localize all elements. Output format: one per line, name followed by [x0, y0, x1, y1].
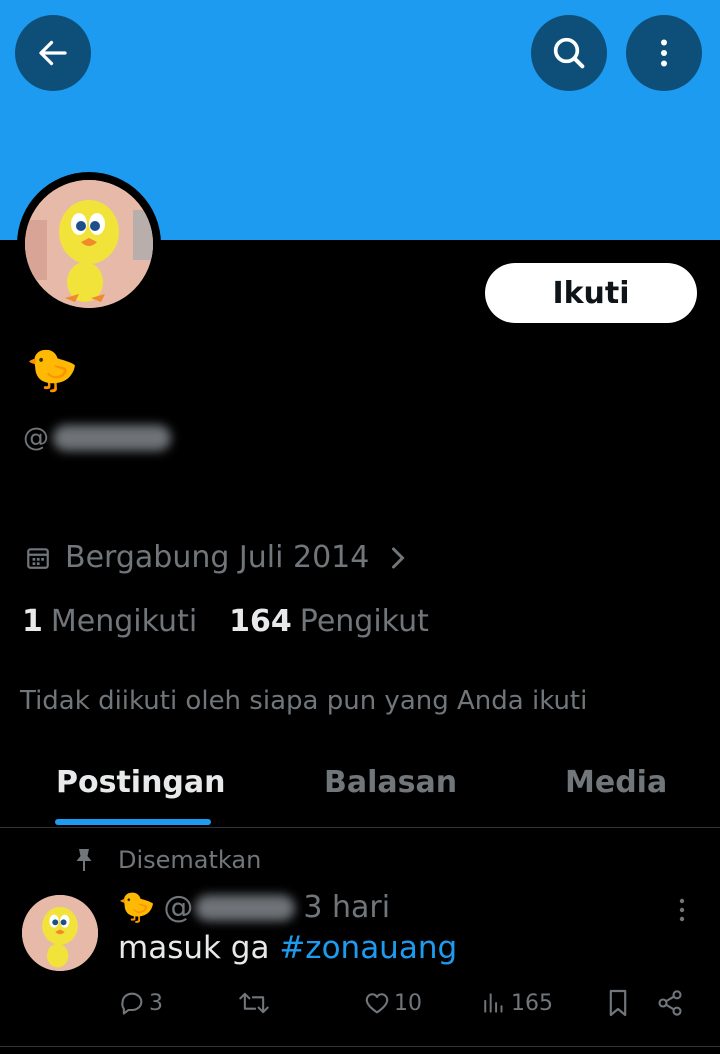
tab-replies[interactable]: Balasan [324, 765, 457, 800]
post-header: 🐤 @ 3 hari [118, 890, 390, 925]
share-icon [658, 990, 682, 1016]
following-link[interactable]: 1 Mengikuti [22, 604, 197, 639]
post-hashtag[interactable]: #zonauang [279, 930, 457, 966]
post-time[interactable]: 3 hari [303, 890, 390, 925]
follow-button[interactable]: Ikuti [485, 263, 697, 323]
calendar-icon [27, 547, 49, 569]
tab-posts[interactable]: Postingan [56, 765, 226, 800]
following-count: 1 [22, 604, 43, 639]
join-date-text: Bergabung Juli 2014 [65, 540, 370, 575]
more-options-button[interactable] [626, 15, 702, 91]
active-tab-indicator [55, 819, 211, 825]
heart-icon [365, 993, 389, 1014]
search-button[interactable] [531, 15, 607, 91]
analytics-icon [484, 993, 503, 1013]
reply-icon [121, 992, 143, 1015]
reply-count: 3 [149, 990, 163, 1016]
back-button[interactable] [15, 15, 91, 91]
post-author-name[interactable]: 🐤 [118, 890, 155, 925]
reply-button[interactable]: 3 [118, 985, 163, 1021]
views-button[interactable]: 165 [482, 985, 553, 1021]
post-divider [0, 1046, 720, 1047]
search-icon [553, 37, 585, 69]
share-button[interactable] [656, 985, 687, 1021]
like-button[interactable]: 10 [363, 985, 422, 1021]
post-text: masuk ga [118, 930, 280, 966]
pinned-label: Disematkan [118, 846, 262, 874]
followers-link[interactable]: 164 Pengikut [229, 604, 429, 639]
following-label: Mengikuti [50, 604, 198, 639]
avatar-image [25, 180, 153, 308]
handle-prefix: @ [23, 423, 49, 453]
followers-label: Pengikut [299, 604, 429, 639]
tab-media[interactable]: Media [565, 765, 667, 800]
post-actions: 3 10 165 [118, 985, 698, 1021]
like-count: 10 [394, 990, 422, 1016]
pin-icon [76, 849, 92, 871]
tweety-bird-icon [25, 180, 153, 308]
view-count: 165 [511, 990, 553, 1016]
post-more-button[interactable] [670, 895, 694, 925]
followers-count: 164 [229, 604, 292, 639]
profile-tabs: Postingan Balasan Media [0, 755, 720, 828]
post-body: masuk ga #zonauang [118, 930, 457, 966]
pinned-indicator: Disematkan [72, 846, 261, 874]
bookmark-button[interactable] [606, 985, 633, 1021]
profile-handle: @ [23, 423, 171, 453]
bookmark-icon [609, 989, 627, 1017]
profile-avatar[interactable] [17, 172, 161, 316]
repost-button[interactable] [238, 985, 273, 1021]
redacted-handle [53, 425, 171, 451]
more-vertical-icon [679, 898, 685, 922]
post-handle-prefix: @ [163, 890, 194, 925]
follow-counts: 1 Mengikuti 164 Pengikut [22, 604, 429, 639]
redacted-post-handle [195, 894, 296, 921]
chevron-right-icon [392, 547, 405, 568]
arrow-left-icon [39, 40, 67, 66]
display-name: 🐤 [26, 345, 79, 394]
not-followed-text: Tidak diikuti oleh siapa pun yang Anda i… [20, 686, 588, 716]
post-author-avatar[interactable] [22, 895, 98, 971]
more-vertical-icon [661, 39, 667, 67]
tweety-bird-icon [22, 895, 98, 971]
join-date[interactable]: Bergabung Juli 2014 [25, 540, 407, 575]
repost-icon [239, 992, 269, 1014]
